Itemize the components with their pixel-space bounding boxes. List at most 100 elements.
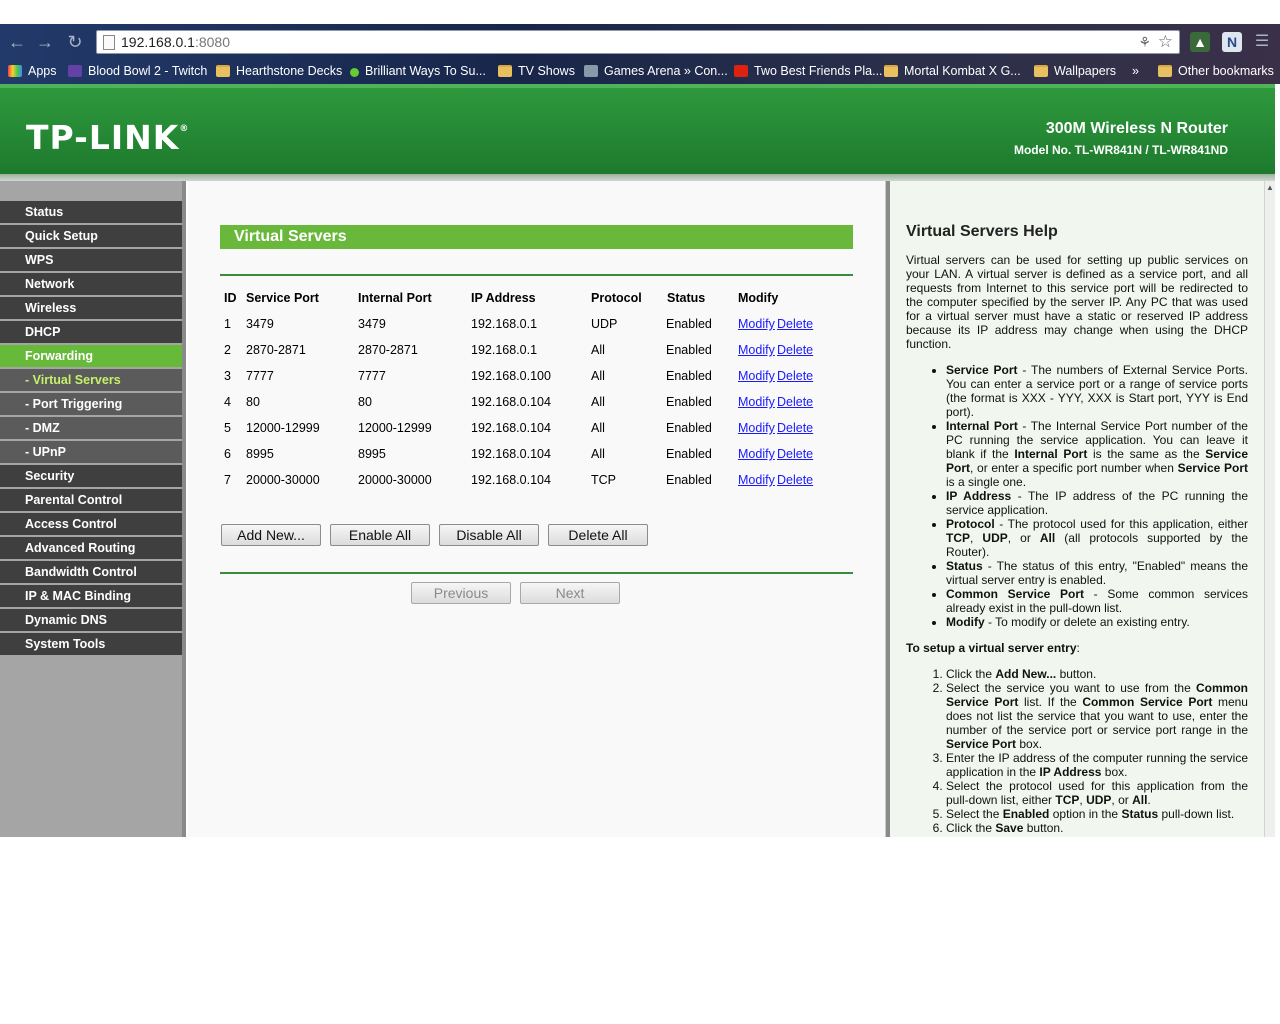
help-scrollbar[interactable]: ▲ bbox=[1264, 181, 1275, 837]
modify-link[interactable]: Modify bbox=[738, 473, 775, 487]
sidebar-item-network[interactable]: Network bbox=[0, 273, 182, 295]
sidebar-item-system-tools[interactable]: System Tools bbox=[0, 633, 182, 655]
sidebar-item-quick-setup[interactable]: Quick Setup bbox=[0, 225, 182, 247]
folder-icon bbox=[1034, 65, 1048, 77]
delete-link[interactable]: Delete bbox=[777, 317, 813, 331]
modify-link[interactable]: Modify bbox=[738, 369, 775, 383]
delete-link[interactable]: Delete bbox=[777, 447, 813, 461]
product-name: 300M Wireless N Router bbox=[1045, 120, 1228, 137]
help-term: All bbox=[1039, 531, 1056, 545]
help-term: Internal Port bbox=[946, 419, 1018, 433]
help-item-protocol: Protocol - The protocol used for this ap… bbox=[946, 517, 1248, 559]
sidebar-item-security[interactable]: Security bbox=[0, 465, 182, 487]
help-item-internal-port: Internal Port - The Internal Service Por… bbox=[946, 419, 1248, 489]
sidebar-item-dynamic-dns[interactable]: Dynamic DNS bbox=[0, 609, 182, 631]
help-text: Click the bbox=[946, 667, 996, 681]
sidebar-item-parental-control[interactable]: Parental Control bbox=[0, 489, 182, 511]
col-header-internal-port: Internal Port bbox=[358, 291, 432, 305]
help-term: UDP bbox=[982, 531, 1008, 545]
sidebar-item-wps[interactable]: WPS bbox=[0, 249, 182, 271]
help-text: - The protocol used for this application… bbox=[994, 517, 1248, 531]
help-text: , or enter a specific port number when bbox=[970, 461, 1178, 475]
forward-arrow-icon[interactable]: → bbox=[34, 32, 56, 52]
bookmark-games-arena[interactable]: Games Arena » Con... bbox=[584, 62, 728, 80]
delete-link[interactable]: Delete bbox=[777, 369, 813, 383]
modify-link[interactable]: Modify bbox=[738, 421, 775, 435]
modify-link[interactable]: Modify bbox=[738, 395, 775, 409]
cell-ip-address: 192.168.0.1 bbox=[471, 343, 538, 357]
help-text: is a single one. bbox=[946, 475, 1027, 489]
back-arrow-icon[interactable]: ← bbox=[6, 32, 28, 52]
delete-link[interactable]: Delete bbox=[777, 343, 813, 357]
cell-status: Enabled bbox=[666, 395, 712, 409]
modify-link[interactable]: Modify bbox=[738, 343, 775, 357]
cell-internal-port: 20000-30000 bbox=[358, 473, 432, 487]
folder-icon bbox=[498, 65, 512, 77]
cell-ip-address: 192.168.0.104 bbox=[471, 473, 551, 487]
sidebar-item-wireless[interactable]: Wireless bbox=[0, 297, 182, 319]
help-item-common-service-port: Common Service Port - Some common servic… bbox=[946, 587, 1248, 615]
sidebar-item-forwarding[interactable]: Forwarding bbox=[0, 345, 182, 367]
sidebar-item-status[interactable]: Status bbox=[0, 201, 182, 223]
previous-button[interactable]: Previous bbox=[411, 582, 511, 604]
bookmark-two-best-friends[interactable]: Two Best Friends Pla... bbox=[734, 62, 883, 80]
bookmark-hearthstone[interactable]: Hearthstone Decks bbox=[216, 62, 342, 80]
sidebar-item-port-triggering[interactable]: - Port Triggering bbox=[0, 393, 182, 415]
help-text: Click the bbox=[946, 821, 996, 835]
enable-all-button[interactable]: Enable All bbox=[330, 524, 430, 546]
help-text: box. bbox=[1016, 737, 1043, 751]
add-new-button[interactable]: Add New... bbox=[221, 524, 321, 546]
bookmark-twitch[interactable]: Blood Bowl 2 - Twitch bbox=[68, 62, 207, 80]
disable-all-button[interactable]: Disable All bbox=[439, 524, 539, 546]
sidebar-item-advanced-routing[interactable]: Advanced Routing bbox=[0, 537, 182, 559]
delete-link[interactable]: Delete bbox=[777, 395, 813, 409]
site-icon bbox=[584, 65, 598, 77]
next-button[interactable]: Next bbox=[520, 582, 620, 604]
sidebar-item-bandwidth-control[interactable]: Bandwidth Control bbox=[0, 561, 182, 583]
browser-chrome: ← → ↻ 192.168.0.1:8080 ⚘ ☆ ▲ N ☰ Apps Bl… bbox=[0, 24, 1280, 84]
key-icon[interactable]: ⚘ bbox=[1138, 34, 1151, 51]
registered-mark: ® bbox=[179, 124, 190, 134]
reload-icon[interactable]: ↻ bbox=[64, 32, 86, 52]
modify-link[interactable]: Modify bbox=[738, 317, 775, 331]
help-text: - The status of this entry, "Enabled" me… bbox=[946, 559, 1248, 587]
twitch-icon bbox=[68, 65, 82, 77]
delete-all-button[interactable]: Delete All bbox=[548, 524, 648, 546]
cell-ip-address: 192.168.0.1 bbox=[471, 317, 538, 331]
cell-id: 7 bbox=[224, 473, 231, 487]
address-bar[interactable]: 192.168.0.1:8080 ⚘ ☆ bbox=[96, 30, 1180, 54]
help-text: pull-down list. bbox=[1158, 807, 1235, 821]
sidebar-item-upnp[interactable]: - UPnP bbox=[0, 441, 182, 463]
bookmarks-overflow-chevron[interactable]: » bbox=[1132, 62, 1139, 80]
sidebar-item-dhcp[interactable]: DHCP bbox=[0, 321, 182, 343]
cell-service-port: 8995 bbox=[246, 447, 274, 461]
delete-link[interactable]: Delete bbox=[777, 473, 813, 487]
n-extension-icon[interactable]: N bbox=[1222, 32, 1242, 52]
bookmark-brilliant[interactable]: Brilliant Ways To Su... bbox=[350, 62, 486, 80]
cell-internal-port: 12000-12999 bbox=[358, 421, 432, 435]
bookmark-apps[interactable]: Apps bbox=[8, 62, 57, 80]
sidebar-item-ip-mac-binding[interactable]: IP & MAC Binding bbox=[0, 585, 182, 607]
modify-link[interactable]: Modify bbox=[738, 447, 775, 461]
scroll-up-arrow-icon[interactable]: ▲ bbox=[1266, 183, 1274, 192]
sidebar-item-access-control[interactable]: Access Control bbox=[0, 513, 182, 535]
delete-link[interactable]: Delete bbox=[777, 421, 813, 435]
bookmark-wallpapers[interactable]: Wallpapers bbox=[1034, 62, 1116, 80]
bookmark-label: Apps bbox=[28, 64, 57, 78]
router-header: TP-LINK® 300M Wireless N Router Model No… bbox=[0, 84, 1275, 174]
help-text: list. If the bbox=[1018, 695, 1083, 709]
extension-icon[interactable]: ▲ bbox=[1190, 32, 1210, 52]
menu-icon[interactable]: ☰ bbox=[1252, 32, 1272, 52]
bookmark-label: TV Shows bbox=[518, 64, 575, 78]
bookmark-other[interactable]: Other bookmarks bbox=[1158, 62, 1274, 80]
url-text[interactable]: 192.168.0.1:8080 bbox=[121, 34, 230, 50]
folder-icon bbox=[1158, 65, 1172, 77]
cell-service-port: 20000-30000 bbox=[246, 473, 320, 487]
bookmark-star-icon[interactable]: ☆ bbox=[1158, 32, 1173, 52]
bookmark-tv-shows[interactable]: TV Shows bbox=[498, 62, 575, 80]
sidebar-item-dmz[interactable]: - DMZ bbox=[0, 417, 182, 439]
help-text: is the same as the bbox=[1087, 447, 1206, 461]
sidebar-item-virtual-servers[interactable]: - Virtual Servers bbox=[0, 369, 182, 391]
bookmark-mortal-kombat[interactable]: Mortal Kombat X G... bbox=[884, 62, 1021, 80]
help-term: Common Service Port bbox=[946, 587, 1085, 601]
